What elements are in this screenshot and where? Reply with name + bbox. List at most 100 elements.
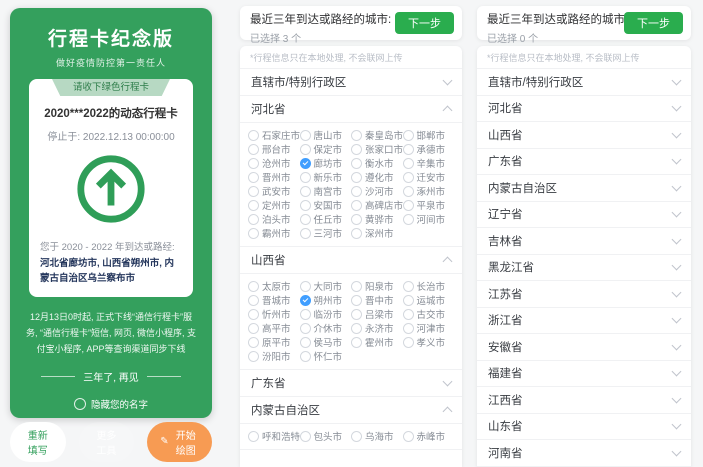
radio-icon[interactable] bbox=[403, 431, 414, 442]
province-row[interactable]: 辽宁省 bbox=[477, 202, 691, 229]
city-option[interactable]: 霸州市 bbox=[248, 226, 300, 240]
city-option[interactable]: 安国市 bbox=[300, 198, 352, 212]
city-option[interactable]: 辛集市 bbox=[403, 156, 455, 170]
city-option[interactable]: 任丘市 bbox=[300, 212, 352, 226]
radio-icon[interactable] bbox=[248, 281, 259, 292]
city-option[interactable]: 呼和浩特市 bbox=[248, 429, 300, 443]
province-row[interactable]: 河北省 bbox=[477, 96, 691, 123]
city-option[interactable]: 定州市 bbox=[248, 198, 300, 212]
city-option[interactable]: 深州市 bbox=[351, 226, 403, 240]
radio-icon[interactable] bbox=[248, 351, 259, 362]
city-option[interactable]: 原平市 bbox=[248, 335, 300, 349]
province-row[interactable]: 安徽省 bbox=[477, 334, 691, 361]
city-option[interactable]: 高碑店市 bbox=[351, 198, 403, 212]
city-option[interactable]: 侯马市 bbox=[300, 335, 352, 349]
radio-icon[interactable] bbox=[248, 228, 259, 239]
radio-icon[interactable] bbox=[248, 309, 259, 320]
more-tools-button[interactable]: 更多工具 bbox=[79, 422, 135, 462]
province-row[interactable]: 江西省 bbox=[477, 387, 691, 414]
radio-icon[interactable] bbox=[403, 214, 414, 225]
radio-icon[interactable] bbox=[300, 130, 311, 141]
city-option[interactable]: 古交市 bbox=[403, 307, 455, 321]
city-option[interactable]: 包头市 bbox=[300, 429, 352, 443]
province-row[interactable]: 吉林省 bbox=[477, 228, 691, 255]
radio-icon[interactable] bbox=[248, 214, 259, 225]
city-option[interactable]: 运城市 bbox=[403, 293, 455, 307]
city-option[interactable]: 乌海市 bbox=[351, 429, 403, 443]
radio-icon[interactable] bbox=[351, 158, 362, 169]
city-option[interactable]: 衡水市 bbox=[351, 156, 403, 170]
radio-icon[interactable] bbox=[403, 158, 414, 169]
province-row[interactable]: 河北省 bbox=[240, 96, 462, 123]
radio-icon[interactable] bbox=[351, 214, 362, 225]
radio-icon[interactable] bbox=[248, 144, 259, 155]
city-option[interactable]: 南宫市 bbox=[300, 184, 352, 198]
radio-icon[interactable] bbox=[403, 323, 414, 334]
city-option[interactable]: 晋城市 bbox=[248, 293, 300, 307]
city-option[interactable]: 长治市 bbox=[403, 279, 455, 293]
city-option[interactable]: 赤峰市 bbox=[403, 429, 455, 443]
radio-icon[interactable] bbox=[248, 323, 259, 334]
province-row[interactable]: 直辖市/特别行政区 bbox=[240, 69, 462, 96]
radio-icon[interactable] bbox=[248, 200, 259, 211]
city-option[interactable]: 沙河市 bbox=[351, 184, 403, 198]
radio-icon[interactable] bbox=[300, 144, 311, 155]
radio-icon[interactable] bbox=[351, 228, 362, 239]
city-option[interactable]: 太原市 bbox=[248, 279, 300, 293]
radio-icon[interactable] bbox=[300, 337, 311, 348]
province-row[interactable]: 福建省 bbox=[477, 361, 691, 388]
city-option[interactable]: 平泉市 bbox=[403, 198, 455, 212]
city-option[interactable]: 怀仁市 bbox=[300, 349, 352, 363]
radio-icon[interactable] bbox=[300, 323, 311, 334]
city-option[interactable]: 河间市 bbox=[403, 212, 455, 226]
checked-radio-icon[interactable] bbox=[300, 295, 311, 306]
city-option[interactable]: 朔州市 bbox=[300, 293, 352, 307]
province-row[interactable]: 内蒙古自治区 bbox=[477, 175, 691, 202]
city-option[interactable]: 汾阳市 bbox=[248, 349, 300, 363]
city-option[interactable]: 迁安市 bbox=[403, 170, 455, 184]
province-row[interactable]: 河南省 bbox=[477, 440, 691, 467]
city-option[interactable]: 保定市 bbox=[300, 142, 352, 156]
start-draw-button[interactable]: ✎开始绘图 bbox=[147, 422, 212, 462]
city-option[interactable]: 介休市 bbox=[300, 321, 352, 335]
province-row[interactable]: 黑龙江省 bbox=[477, 255, 691, 282]
radio-icon[interactable] bbox=[351, 281, 362, 292]
radio-icon[interactable] bbox=[403, 337, 414, 348]
province-row[interactable]: 直辖市/特别行政区 bbox=[477, 69, 691, 96]
city-option[interactable]: 晋中市 bbox=[351, 293, 403, 307]
radio-icon[interactable] bbox=[248, 186, 259, 197]
city-option[interactable]: 涿州市 bbox=[403, 184, 455, 198]
radio-icon[interactable] bbox=[248, 431, 259, 442]
province-row[interactable]: 江苏省 bbox=[477, 281, 691, 308]
radio-icon[interactable] bbox=[248, 158, 259, 169]
city-option[interactable]: 承德市 bbox=[403, 142, 455, 156]
radio-icon[interactable] bbox=[403, 172, 414, 183]
radio-icon[interactable] bbox=[248, 295, 259, 306]
city-option[interactable]: 河津市 bbox=[403, 321, 455, 335]
city-option[interactable]: 新乐市 bbox=[300, 170, 352, 184]
radio-icon[interactable] bbox=[351, 130, 362, 141]
province-row[interactable]: 山西省 bbox=[240, 247, 462, 274]
city-option[interactable]: 临汾市 bbox=[300, 307, 352, 321]
radio-icon[interactable] bbox=[403, 281, 414, 292]
radio-icon[interactable] bbox=[351, 337, 362, 348]
province-row[interactable]: 山西省 bbox=[477, 122, 691, 149]
city-option[interactable]: 泊头市 bbox=[248, 212, 300, 226]
radio-icon[interactable] bbox=[351, 431, 362, 442]
next-step-button[interactable]: 下一步 bbox=[395, 12, 454, 34]
radio-icon[interactable] bbox=[248, 130, 259, 141]
city-option[interactable]: 吕梁市 bbox=[351, 307, 403, 321]
radio-icon[interactable] bbox=[351, 309, 362, 320]
province-row[interactable]: 内蒙古自治区 bbox=[240, 397, 462, 424]
refill-button[interactable]: 重新填写 bbox=[10, 422, 66, 462]
radio-icon[interactable] bbox=[351, 144, 362, 155]
radio-icon[interactable] bbox=[300, 431, 311, 442]
radio-icon[interactable] bbox=[248, 337, 259, 348]
city-option[interactable]: 遵化市 bbox=[351, 170, 403, 184]
hide-name-checkbox-row[interactable]: 隐藏您的名字 bbox=[74, 397, 148, 411]
city-option[interactable]: 霍州市 bbox=[351, 335, 403, 349]
radio-icon[interactable] bbox=[403, 186, 414, 197]
checkbox-icon[interactable] bbox=[74, 398, 86, 410]
radio-icon[interactable] bbox=[248, 172, 259, 183]
checked-radio-icon[interactable] bbox=[300, 158, 311, 169]
